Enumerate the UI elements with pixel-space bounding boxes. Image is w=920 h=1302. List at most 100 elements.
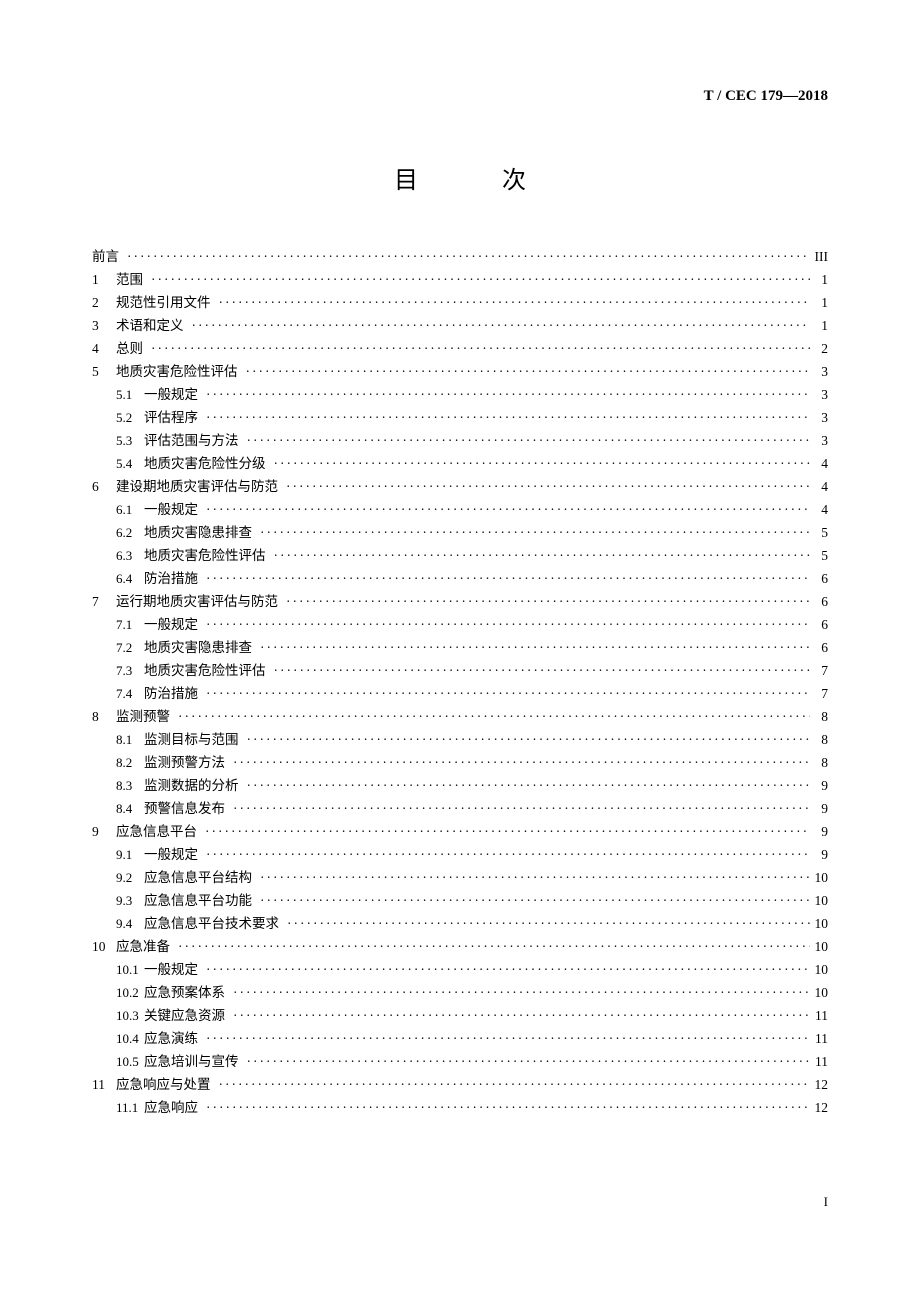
- toc-entry-number: 10.4: [116, 1032, 144, 1045]
- toc-entry-number: 5.3: [116, 434, 144, 447]
- toc-leader: [206, 618, 810, 632]
- toc-entry: 7.2地质灾害隐患排查6: [92, 641, 828, 655]
- toc-entry-page: 9: [810, 802, 828, 816]
- toc-entry: 9.1一般规定9: [92, 848, 828, 862]
- toc-entry-number: 5.2: [116, 411, 144, 424]
- toc-entry-page: 10: [810, 917, 828, 931]
- toc-entry-title: 应急响应与处置: [116, 1078, 211, 1092]
- toc-entry-number: 7: [92, 595, 116, 609]
- toc-leader: [274, 549, 811, 563]
- toc-entry-page: 3: [810, 365, 828, 379]
- toc-entry: 6.2地质灾害隐患排查5: [92, 526, 828, 540]
- toc-leader: [260, 641, 810, 655]
- toc-entry-title: 一般规定: [144, 618, 198, 632]
- toc-entry-page: 12: [810, 1078, 828, 1092]
- toc-entry: 6建设期地质灾害评估与防范4: [92, 480, 828, 494]
- toc-leader: [260, 871, 810, 885]
- toc-entry: 8.2监测预警方法8: [92, 756, 828, 770]
- toc-entry-number: 7.3: [116, 664, 144, 677]
- toc-entry-title: 一般规定: [144, 503, 198, 517]
- toc-entry-number: 8.4: [116, 802, 144, 815]
- toc-leader: [206, 388, 810, 402]
- toc-leader: [260, 526, 810, 540]
- table-of-contents: 前言III1范围12规范性引用文件13术语和定义14总则25地质灾害危险性评估3…: [92, 250, 828, 1115]
- toc-entry-number: 11: [92, 1078, 116, 1092]
- toc-entry-title: 总则: [116, 342, 143, 356]
- toc-entry-title: 一般规定: [144, 963, 198, 977]
- toc-leader: [219, 296, 811, 310]
- toc-entry-page: 11: [810, 1055, 828, 1069]
- toc-entry-number: 10.1: [116, 963, 144, 976]
- toc-leader: [206, 1101, 810, 1115]
- toc-leader: [247, 733, 811, 747]
- toc-entry-title: 一般规定: [144, 848, 198, 862]
- toc-leader: [151, 273, 810, 287]
- toc-entry-number: 7.1: [116, 618, 144, 631]
- toc-entry-title: 应急预案体系: [144, 986, 225, 1000]
- toc-entry-page: 6: [810, 595, 828, 609]
- toc-entry-number: 4: [92, 342, 116, 356]
- toc-entry: 10.4应急演练11: [92, 1032, 828, 1046]
- toc-entry-number: 9.2: [116, 871, 144, 884]
- toc-entry-number: 2: [92, 296, 116, 310]
- toc-entry-title: 地质灾害危险性评估: [144, 549, 266, 563]
- toc-entry-page: 12: [810, 1101, 828, 1115]
- toc-entry-number: 6.1: [116, 503, 144, 516]
- toc-entry-title: 防治措施: [144, 687, 198, 701]
- toc-leader: [233, 986, 810, 1000]
- toc-entry: 9.3应急信息平台功能10: [92, 894, 828, 908]
- toc-entry-page: 2: [810, 342, 828, 356]
- toc-entry-number: 7.4: [116, 687, 144, 700]
- toc-leader: [247, 779, 811, 793]
- toc-entry: 8.3监测数据的分析 9: [92, 779, 828, 793]
- toc-entry-page: 8: [810, 733, 828, 747]
- toc-entry: 9应急信息平台9: [92, 825, 828, 839]
- toc-leader: [205, 825, 810, 839]
- toc-entry-page: 4: [810, 480, 828, 494]
- toc-entry-title: 一般规定: [144, 388, 198, 402]
- toc-entry: 5.2评估程序3: [92, 411, 828, 425]
- toc-entry: 前言III: [92, 250, 828, 264]
- page-number: I: [824, 1194, 828, 1210]
- toc-entry: 2规范性引用文件 1: [92, 296, 828, 310]
- toc-entry-number: 10.3: [116, 1009, 144, 1022]
- toc-entry-number: 8.1: [116, 733, 144, 746]
- toc-entry-title: 地质灾害危险性评估: [116, 365, 238, 379]
- toc-entry-title: 前言: [92, 250, 119, 264]
- toc-entry-title: 监测数据的分析: [144, 779, 239, 793]
- toc-entry-number: 10: [92, 940, 116, 954]
- toc-entry: 11.1应急响应12: [92, 1101, 828, 1115]
- toc-entry-title: 应急信息平台技术要求: [144, 917, 279, 931]
- toc-entry-title: 应急信息平台结构: [144, 871, 252, 885]
- toc-entry: 7.4防治措施7: [92, 687, 828, 701]
- toc-entry-number: 9.4: [116, 917, 144, 930]
- toc-entry: 6.1一般规定4: [92, 503, 828, 517]
- toc-leader: [206, 1032, 810, 1046]
- toc-entry-number: 6.4: [116, 572, 144, 585]
- toc-entry-page: 10: [810, 871, 828, 885]
- toc-entry-page: 9: [810, 779, 828, 793]
- toc-leader: [192, 319, 811, 333]
- toc-entry: 7运行期地质灾害评估与防范6: [92, 595, 828, 609]
- toc-entry-title: 应急演练: [144, 1032, 198, 1046]
- toc-leader: [274, 457, 811, 471]
- toc-entry: 8.1监测目标与范围8: [92, 733, 828, 747]
- toc-entry-title: 地质灾害危险性分级: [144, 457, 266, 471]
- toc-entry-page: 10: [810, 986, 828, 1000]
- toc-entry-number: 8.3: [116, 779, 144, 792]
- toc-leader: [206, 963, 810, 977]
- toc-leader: [287, 917, 810, 931]
- toc-entry-page: 1: [810, 273, 828, 287]
- toc-entry-page: 3: [810, 411, 828, 425]
- toc-entry-title: 地质灾害危险性评估: [144, 664, 266, 678]
- toc-entry-number: 9.1: [116, 848, 144, 861]
- toc-leader: [286, 480, 810, 494]
- toc-entry-page: 1: [810, 296, 828, 310]
- toc-entry-page: 11: [810, 1009, 828, 1023]
- toc-entry: 3术语和定义1: [92, 319, 828, 333]
- toc-entry-number: 7.2: [116, 641, 144, 654]
- toc-entry-number: 6.2: [116, 526, 144, 539]
- toc-entry: 11应急响应与处置 12: [92, 1078, 828, 1092]
- toc-entry-title: 防治措施: [144, 572, 198, 586]
- toc-entry-title: 规范性引用文件: [116, 296, 211, 310]
